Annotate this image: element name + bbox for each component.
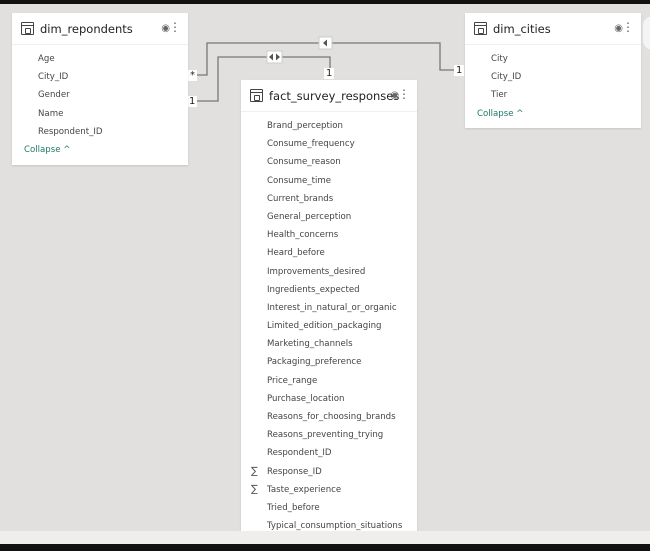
field-item[interactable]: Consume_reason: [241, 153, 417, 171]
field-label: City_ID: [38, 72, 69, 83]
table-card-dim-repondents[interactable]: dim_repondents ◉ ⋮ Age City_ID Gender Na…: [12, 13, 188, 165]
bottom-bar: [0, 544, 650, 551]
field-label: Reasons_preventing_trying: [267, 430, 384, 441]
table-icon: [474, 22, 487, 35]
field-label: Response_ID: [267, 466, 322, 477]
field-item[interactable]: Tier: [465, 86, 641, 104]
table-icon: [21, 22, 34, 35]
field-item[interactable]: Health_concerns: [241, 226, 417, 244]
collapse-button[interactable]: Collapse ^: [465, 105, 641, 123]
field-item[interactable]: Price_range: [241, 372, 417, 390]
cardinality-one: 1: [454, 65, 465, 76]
table-icon: [250, 89, 263, 102]
field-item[interactable]: Packaging_preference: [241, 353, 417, 371]
cardinality-one: 1: [187, 96, 198, 107]
field-label: Consume_reason: [267, 157, 341, 168]
field-item[interactable]: Name: [12, 105, 188, 123]
field-item[interactable]: Limited_edition_packaging: [241, 317, 417, 335]
field-item[interactable]: Reasons_preventing_trying: [241, 426, 417, 444]
field-item[interactable]: Marketing_channels: [241, 335, 417, 353]
field-item[interactable]: Purchase_location: [241, 390, 417, 408]
field-label: Purchase_location: [267, 393, 345, 404]
field-item[interactable]: Respondent_ID: [241, 444, 417, 462]
field-label: Improvements_desired: [267, 266, 366, 277]
more-options-icon[interactable]: ⋮: [398, 88, 410, 100]
field-item[interactable]: Interest_in_natural_or_organic: [241, 299, 417, 317]
side-control[interactable]: [643, 16, 650, 50]
field-label: General_perception: [267, 211, 352, 222]
table-title: dim_cities: [493, 21, 551, 36]
field-label: Packaging_preference: [267, 357, 362, 368]
field-label: Current_brands: [267, 193, 334, 204]
field-label: Ingredients_expected: [267, 284, 360, 295]
field-item[interactable]: Reasons_for_choosing_brands: [241, 408, 417, 426]
field-label: Brand_perception: [267, 121, 343, 131]
field-label: Consume_time: [267, 175, 331, 186]
field-item[interactable]: Current_brands: [241, 190, 417, 208]
field-item[interactable]: Consume_time: [241, 172, 417, 190]
field-label: Respondent_ID: [38, 126, 103, 137]
field-label: Typical_consumption_situations: [267, 521, 403, 532]
field-label: Tier: [491, 90, 508, 101]
field-label: Consume_frequency: [267, 139, 355, 150]
field-label: Health_concerns: [267, 230, 339, 241]
field-label: Reasons_for_choosing_brands: [267, 412, 396, 422]
table-title: dim_repondents: [40, 21, 133, 36]
field-item[interactable]: Brand_perception: [241, 117, 417, 135]
field-label: City: [491, 54, 508, 64]
field-label: Price_range: [267, 375, 318, 386]
field-item[interactable]: Age: [12, 50, 188, 68]
field-item[interactable]: Ingredients_expected: [241, 281, 417, 299]
field-label: Marketing_channels: [267, 339, 353, 350]
field-label: Name: [38, 108, 64, 119]
field-item[interactable]: Heard_before: [241, 244, 417, 262]
field-label: Heard_before: [267, 248, 325, 259]
table-header[interactable]: dim_repondents ◉ ⋮: [12, 13, 188, 45]
more-options-icon[interactable]: ⋮: [622, 21, 634, 33]
table-header[interactable]: fact_survey_responses ◉ ⋮: [241, 80, 417, 112]
field-item[interactable]: Tried_before: [241, 499, 417, 517]
field-label: Limited_edition_packaging: [267, 321, 382, 332]
field-item[interactable]: ∑ Response_ID: [241, 463, 417, 481]
field-item[interactable]: Respondent_ID: [12, 123, 188, 141]
table-card-dim-cities[interactable]: dim_cities ◉ ⋮ City City_ID Tier Collaps…: [465, 13, 641, 128]
table-title: fact_survey_responses: [269, 88, 400, 103]
field-label: Taste_experience: [267, 484, 342, 495]
field-item[interactable]: ∑ Taste_experience: [241, 481, 417, 499]
table-card-fact-survey-responses[interactable]: fact_survey_responses ◉ ⋮ Brand_percepti…: [241, 80, 417, 544]
more-options-icon[interactable]: ⋮: [169, 21, 181, 33]
field-label: Tried_before: [267, 502, 320, 513]
sigma-icon: ∑: [251, 465, 258, 477]
field-item[interactable]: City_ID: [465, 68, 641, 86]
collapse-button[interactable]: Collapse ^: [12, 141, 188, 159]
field-label: City_ID: [491, 72, 522, 83]
field-item[interactable]: General_perception: [241, 208, 417, 226]
field-item[interactable]: Improvements_desired: [241, 263, 417, 281]
field-label: Gender: [38, 90, 70, 101]
field-item[interactable]: City_ID: [12, 68, 188, 86]
table-header[interactable]: dim_cities ◉ ⋮: [465, 13, 641, 45]
field-label: Interest_in_natural_or_organic: [267, 302, 397, 313]
sigma-icon: ∑: [251, 483, 258, 495]
cardinality-many: *: [188, 70, 197, 81]
field-item[interactable]: Gender: [12, 86, 188, 104]
field-label: Respondent_ID: [267, 448, 332, 459]
field-label: Age: [38, 54, 55, 64]
field-item[interactable]: City: [465, 50, 641, 68]
canvas-footer: [0, 531, 650, 544]
field-item[interactable]: Consume_frequency: [241, 135, 417, 153]
cardinality-one: 1: [324, 68, 335, 79]
